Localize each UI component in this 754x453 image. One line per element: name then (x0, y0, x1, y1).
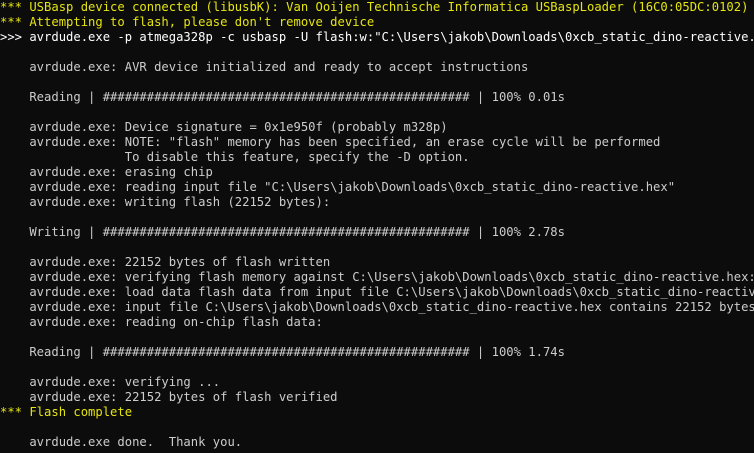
output-line: avrdude.exe: input file C:\Users\jakob\D… (0, 300, 754, 314)
output-line: avrdude.exe: AVR device initialized and … (0, 60, 529, 74)
output-line: avrdude.exe: 22152 bytes of flash writte… (0, 255, 331, 269)
status-line-flash-complete: *** Flash complete (0, 405, 133, 419)
progress-line-writing: Writing | ##############################… (0, 225, 565, 239)
output-line: avrdude.exe: reading on-chip flash data: (0, 315, 323, 329)
output-line: avrdude.exe: writing flash (22152 bytes)… (0, 195, 331, 209)
output-line: avrdude.exe: erasing chip (0, 165, 213, 179)
output-line: avrdude.exe: 22152 bytes of flash verifi… (0, 390, 338, 404)
progress-line-reading: Reading | ##############################… (0, 345, 565, 359)
output-line: avrdude.exe: NOTE: "flash" memory has be… (0, 135, 661, 149)
terminal-output[interactable]: *** USBasp device connected (libusbK): V… (0, 0, 754, 453)
output-line: To disable this feature, specify the -D … (0, 150, 470, 164)
output-line: avrdude.exe: verifying ... (0, 375, 221, 389)
output-line: avrdude.exe done. Thank you. (0, 435, 243, 449)
command-line: >>> avrdude.exe -p atmega328p -c usbasp … (0, 30, 754, 44)
status-line-attempting-flash: *** Attempting to flash, please don't re… (0, 15, 375, 29)
output-line: avrdude.exe: load data flash data from i… (0, 285, 754, 299)
output-line: avrdude.exe: reading input file "C:\User… (0, 180, 676, 194)
output-line: avrdude.exe: verifying flash memory agai… (0, 270, 754, 284)
progress-line-reading: Reading | ##############################… (0, 90, 565, 104)
status-line-device-connected: *** USBasp device connected (libusbK): V… (0, 0, 749, 14)
output-line: avrdude.exe: Device signature = 0x1e950f… (0, 120, 448, 134)
